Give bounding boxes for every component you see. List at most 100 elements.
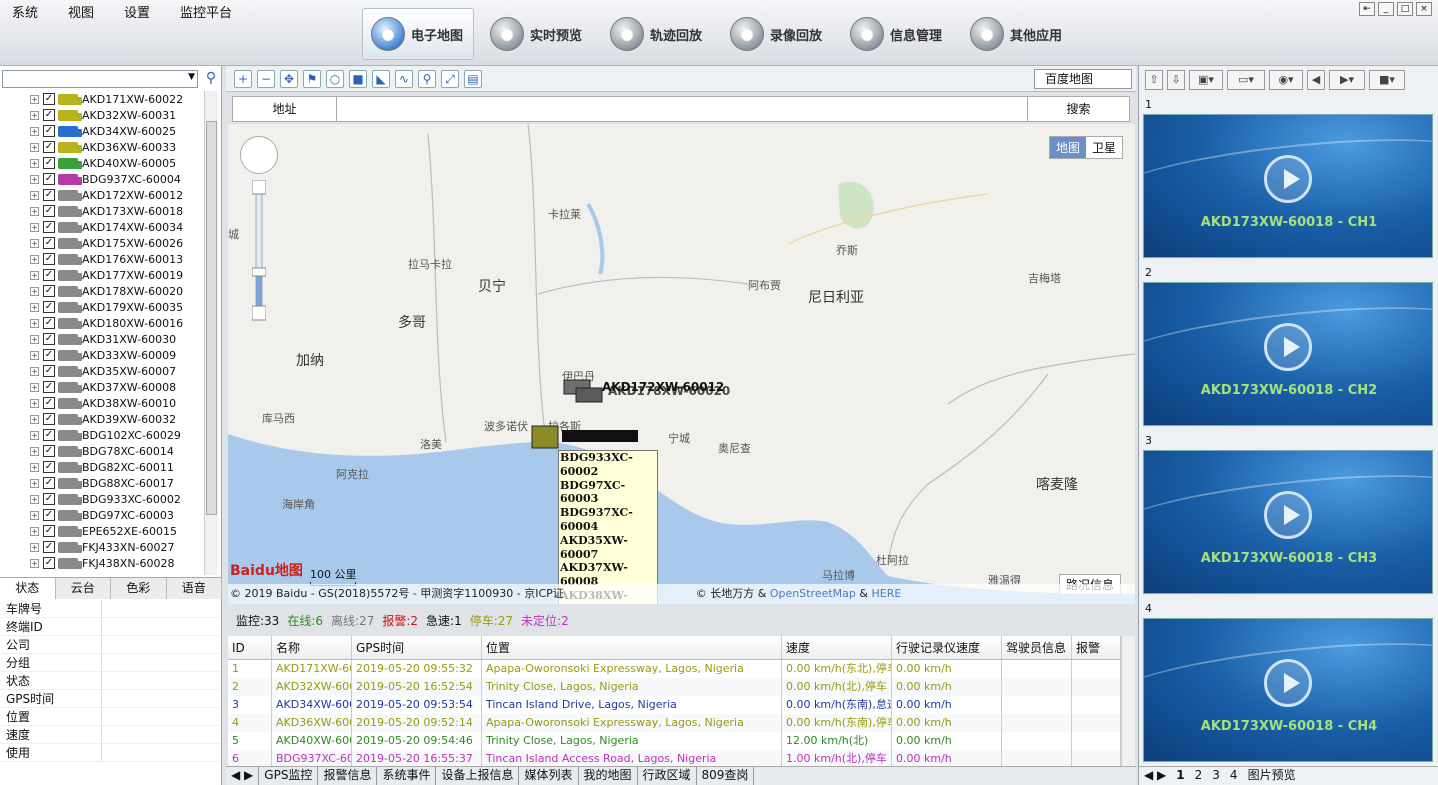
bottom-tab[interactable]: 报警信息 [318, 767, 378, 785]
popup-item[interactable]: BDG937XC-60004 [560, 506, 657, 534]
expand-icon[interactable]: + [30, 286, 39, 296]
device-tree-item[interactable]: + ✓ AKD32XW-60031 [0, 107, 204, 123]
popup-item[interactable]: BDG933XC-60002 [560, 451, 657, 479]
window-icon[interactable]: ▭▾ [1227, 70, 1265, 90]
column-header[interactable]: 报警 [1072, 636, 1121, 659]
checkbox[interactable]: ✓ [43, 381, 55, 393]
main-tab[interactable]: ● 录像回放 [722, 8, 834, 60]
device-tree-item[interactable]: + ✓ AKD174XW-60034 [0, 219, 204, 235]
expand-icon[interactable]: + [30, 462, 39, 472]
search-button[interactable]: 搜索 [1027, 97, 1129, 121]
search-icon[interactable]: ⚲ [418, 70, 436, 88]
device-tree-item[interactable]: + ✓ AKD33XW-60009 [0, 347, 204, 363]
device-tree-item[interactable]: + ✓ BDG937XC-60004 [0, 171, 204, 187]
checkbox[interactable]: ✓ [43, 493, 55, 505]
polyline-icon[interactable]: ∿ [395, 70, 413, 88]
map-button[interactable]: 地图 [1049, 137, 1086, 158]
checkbox[interactable]: ✓ [43, 237, 55, 249]
device-tree-item[interactable]: + ✓ AKD171XW-60022 [0, 91, 204, 107]
expand-icon[interactable]: + [30, 318, 39, 328]
video-screen[interactable]: AKD173XW-60018 - CH3 [1143, 450, 1433, 594]
column-header[interactable]: GPS时间 [352, 636, 482, 659]
map-zoom-slider[interactable] [252, 180, 266, 324]
checkbox[interactable]: ✓ [43, 349, 55, 361]
left-tab[interactable]: 云台 [55, 578, 111, 599]
menu-item[interactable]: 系统 [6, 2, 44, 21]
polygon-icon[interactable]: ◣ [372, 70, 390, 88]
expand-icon[interactable]: + [30, 302, 39, 312]
checkbox[interactable]: ✓ [43, 205, 55, 217]
checkbox[interactable]: ✓ [43, 445, 55, 457]
checkbox[interactable]: ✓ [43, 333, 55, 345]
zoom-out-icon[interactable]: − [257, 70, 275, 88]
device-tree-item[interactable]: + ✓ BDG88XC-60017 [0, 475, 204, 491]
checkbox[interactable]: ✓ [43, 157, 55, 169]
circle-icon[interactable]: ○ [326, 70, 344, 88]
device-search-input[interactable]: ▼ [2, 70, 198, 88]
device-tree-item[interactable]: + ✓ AKD31XW-60030 [0, 331, 204, 347]
column-header[interactable]: 行驶记录仪速度 [892, 636, 1002, 659]
expand-icon[interactable]: + [30, 94, 39, 104]
zoom-in-icon[interactable]: + [234, 70, 252, 88]
expand-icon[interactable]: + [30, 494, 39, 504]
speaker-icon[interactable]: ◀ [1307, 70, 1325, 90]
expand-icon[interactable]: + [30, 222, 39, 232]
pager-tab[interactable]: 1 [1171, 767, 1189, 785]
flag-icon[interactable]: ⚑ [303, 70, 321, 88]
device-tree-item[interactable]: + ✓ AKD40XW-60005 [0, 155, 204, 171]
expand-icon[interactable]: + [30, 414, 39, 424]
device-tree-item[interactable]: + ✓ AKD177XW-60019 [0, 267, 204, 283]
expand-icon[interactable]: + [30, 142, 39, 152]
map-canvas[interactable]: 地图 卫星 贝宁 多哥 加纳 尼日利亚 喀麦隆 卡拉莱 拉马卡拉 阿布贾 乔斯 吉梅塔 库马西 洛美 波… [228, 124, 1135, 604]
table-row[interactable]: 3AKD34XW-60022019-05-20 09:53:54Tincan I… [228, 696, 1121, 714]
device-tree-item[interactable]: + ✓ AKD176XW-60013 [0, 251, 204, 267]
table-row[interactable]: 2AKD32XW-60032019-05-20 16:52:54Trinity … [228, 678, 1121, 696]
video-cell[interactable]: 2 AKD173XW-60018 - CH2 [1143, 266, 1433, 430]
device-tree-item[interactable]: + ✓ FKJ438XN-60028 [0, 555, 204, 571]
table-row[interactable]: 1AKD171XW-6002019-05-20 09:55:32Apapa-Ow… [228, 660, 1121, 678]
table-row[interactable]: 6BDG937XC-600(2019-05-20 16:55:37Tincan … [228, 750, 1121, 766]
expand-icon[interactable]: + [30, 446, 39, 456]
table-scrollbar[interactable] [1121, 636, 1135, 766]
expand-icon[interactable]: + [30, 238, 39, 248]
left-tab[interactable]: 语音 [166, 578, 222, 599]
restore-icon[interactable]: ⇤ [1359, 2, 1375, 16]
device-tree-item[interactable]: + ✓ AKD34XW-60025 [0, 123, 204, 139]
bottom-tab[interactable]: 我的地图 [579, 767, 638, 785]
device-tree-item[interactable]: + ✓ BDG78XC-60014 [0, 443, 204, 459]
pager-tab[interactable]: 图片预览 [1243, 767, 1301, 785]
expand-icon[interactable]: + [30, 350, 39, 360]
close-icon[interactable]: × [1416, 2, 1432, 16]
left-tab[interactable]: 色彩 [111, 578, 167, 599]
device-tree-item[interactable]: + ✓ AKD35XW-60007 [0, 363, 204, 379]
main-tab[interactable]: ● 实时预览 [482, 8, 594, 60]
checkbox[interactable]: ✓ [43, 557, 55, 569]
expand-icon[interactable]: + [30, 478, 39, 488]
checkbox[interactable]: ✓ [43, 429, 55, 441]
chevron-down-icon[interactable]: ▼ [188, 72, 195, 82]
device-tree-item[interactable]: + ✓ AKD178XW-60020 [0, 283, 204, 299]
column-header[interactable]: 驾驶员信息 [1002, 636, 1072, 659]
expand-icon[interactable]: + [30, 382, 39, 392]
pager-tab[interactable]: 3 [1207, 767, 1225, 785]
upload-icon[interactable]: ⇧ [1145, 70, 1163, 90]
device-tree-item[interactable]: + ✓ BDG933XC-60002 [0, 491, 204, 507]
checkbox[interactable]: ✓ [43, 477, 55, 489]
pager-tab[interactable]: 2 [1190, 767, 1208, 785]
bottom-tab[interactable]: 媒体列表 [519, 767, 579, 785]
column-header[interactable]: 位置 [482, 636, 782, 659]
expand-icon[interactable]: + [30, 558, 39, 568]
play-icon[interactable] [1264, 659, 1312, 707]
main-tab[interactable]: ● 电子地图 [362, 8, 474, 60]
device-tree-item[interactable]: + ✓ BDG97XC-60003 [0, 507, 204, 523]
checkbox[interactable]: ✓ [43, 173, 55, 185]
tree-scrollbar[interactable] [204, 91, 218, 575]
expand-icon[interactable]: + [30, 206, 39, 216]
expand-icon[interactable]: + [30, 126, 39, 136]
play-icon[interactable] [1264, 155, 1312, 203]
video-screen[interactable]: AKD173XW-60018 - CH4 [1143, 618, 1433, 762]
fullscreen-icon[interactable]: ⤢ [441, 70, 459, 88]
menu-item[interactable]: 视图 [62, 2, 100, 21]
checkbox[interactable]: ✓ [43, 221, 55, 233]
bottom-tab[interactable]: 设备上报信息 [436, 767, 520, 785]
